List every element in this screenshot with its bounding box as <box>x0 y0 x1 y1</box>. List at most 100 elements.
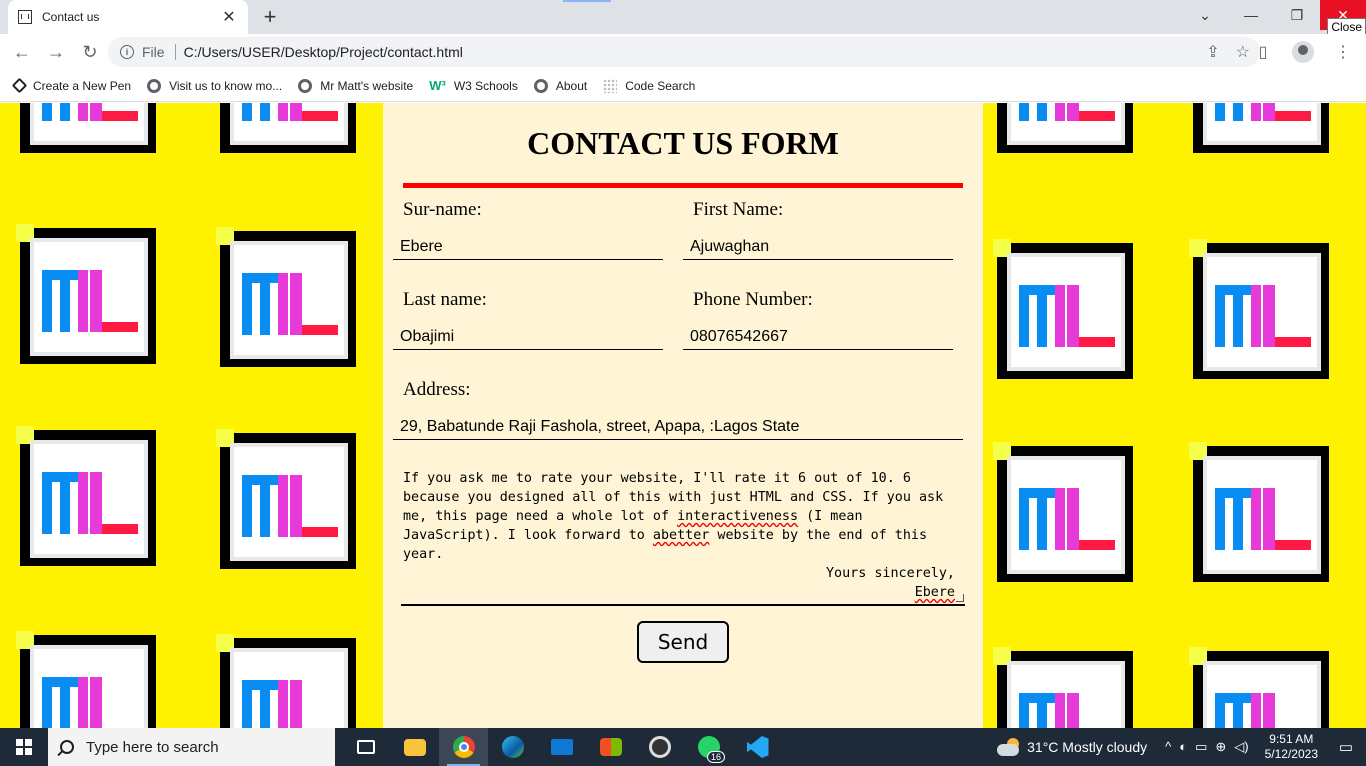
store-icon <box>599 738 622 756</box>
clock[interactable]: 9:51 AM 5/12/2023 <box>1265 732 1318 762</box>
battery-icon[interactable]: ▭ <box>1195 739 1207 755</box>
bookmark-w3schools[interactable]: W³ W3 Schools <box>429 78 518 93</box>
folder-icon <box>403 738 426 756</box>
ml-logo-tile <box>216 429 356 569</box>
notifications-icon[interactable]: ▭ <box>1326 728 1366 766</box>
taskbar-whatsapp[interactable]: 16 <box>684 728 733 766</box>
codepen-icon <box>11 77 28 94</box>
bookmarks-bar: Create a New Pen Visit us to know mo... … <box>0 70 1366 102</box>
windows-logo-icon <box>16 739 32 755</box>
tray-chevron-icon[interactable]: ^ <box>1165 739 1171 755</box>
side-panel-icon[interactable]: ▯ <box>1248 37 1278 67</box>
search-icon <box>60 740 74 754</box>
vscode-icon <box>746 736 769 758</box>
tab-close-button[interactable]: ✕ <box>220 7 238 27</box>
surname-input[interactable]: Ebere <box>393 234 663 260</box>
taskbar-media[interactable] <box>635 728 684 766</box>
phone-input[interactable]: 08076542667 <box>683 324 953 350</box>
address-bar[interactable]: i File C:/Users/USER/Desktop/Project/con… <box>108 37 1260 67</box>
bookmark-create-pen[interactable]: Create a New Pen <box>11 77 132 94</box>
ml-logo-tile <box>216 227 356 367</box>
site-info-icon[interactable]: i <box>120 45 134 59</box>
ml-logo-tile <box>993 647 1133 728</box>
address-input[interactable]: 29, Babatunde Raji Fashola, street, Apap… <box>393 414 963 440</box>
chrome-icon <box>452 736 475 758</box>
resize-handle-icon[interactable] <box>956 594 964 602</box>
taskbar-file-explorer[interactable] <box>390 728 439 766</box>
bookmark-label: About <box>555 78 588 93</box>
edge-icon <box>501 736 524 758</box>
clock-date: 5/12/2023 <box>1264 747 1318 761</box>
start-button[interactable] <box>0 728 48 766</box>
ml-logo-tile <box>16 224 156 364</box>
taskbar-mail[interactable] <box>537 728 586 766</box>
restore-button[interactable]: ❐ <box>1274 0 1320 30</box>
dotted-icon <box>603 78 618 93</box>
bookmark-mr-matt[interactable]: Mr Matt's website <box>298 78 414 93</box>
back-button[interactable]: ← <box>6 36 38 68</box>
bookmark-label: Create a New Pen <box>33 78 132 93</box>
taskbar-chrome[interactable] <box>439 728 488 766</box>
message-signature: Ebere <box>403 583 963 602</box>
address-scheme: File <box>142 44 165 60</box>
network-globe-icon[interactable]: ⊕ <box>1215 739 1226 755</box>
media-player-icon <box>648 736 671 758</box>
taskbar-edge[interactable] <box>488 728 537 766</box>
firstname-input[interactable]: Ajuwaghan <box>683 234 953 260</box>
globe-icon <box>533 78 548 93</box>
task-view-icon <box>356 740 375 754</box>
volume-icon[interactable]: ◁) <box>1234 739 1248 755</box>
send-button[interactable]: Send <box>637 621 729 663</box>
bookmark-code-search[interactable]: Code Search <box>603 78 696 93</box>
ml-logo-tile <box>1189 442 1329 582</box>
bookmark-label: Code Search <box>625 78 696 93</box>
ml-logo-tile <box>216 634 356 728</box>
weather-text[interactable]: 31°C Mostly cloudy <box>1027 739 1147 755</box>
reload-button[interactable]: ↻ <box>74 36 106 68</box>
clock-time: 9:51 AM <box>1269 732 1314 746</box>
taskbar-store[interactable] <box>586 728 635 766</box>
forward-button[interactable]: → <box>40 36 72 68</box>
taskbar: Type here to search 16 31°C Mostly cloud… <box>0 728 1366 766</box>
globe-icon <box>147 78 162 93</box>
browser-tab[interactable]: Contact us ✕ <box>8 0 248 34</box>
bookmark-label: Mr Matt's website <box>320 78 414 93</box>
weather-cloud-icon[interactable] <box>997 738 1021 756</box>
address-url[interactable]: C:/Users/USER/Desktop/Project/contact.ht… <box>184 44 463 60</box>
ml-logo-tile <box>16 426 156 566</box>
taskbar-vscode[interactable] <box>733 728 782 766</box>
globe-icon <box>298 78 313 93</box>
page-viewport: CONTACT US FORM Sur-name: Ebere First Na… <box>0 103 1366 728</box>
minimize-button[interactable]: — <box>1228 0 1274 30</box>
bookmark-label: W3 Schools <box>453 78 518 93</box>
browser-menu-icon[interactable]: ⋮ <box>1328 37 1358 67</box>
avatar <box>1292 41 1314 63</box>
tab-strip-indicator <box>563 0 611 2</box>
bookmark-visit-us[interactable]: Visit us to know mo... <box>147 78 282 93</box>
lastname-input[interactable]: Obajimi <box>393 324 663 350</box>
new-tab-button[interactable]: + <box>258 4 282 30</box>
meet-now-icon[interactable]: ◐ <box>1179 739 1187 755</box>
ml-logo-tile <box>993 239 1133 379</box>
w3schools-icon: W³ <box>429 78 446 93</box>
lastname-label: Last name: <box>403 289 487 310</box>
message-textarea[interactable]: If you ask me to rate your website, I'll… <box>401 463 965 606</box>
tab-search-button[interactable]: ⌄ <box>1182 0 1228 30</box>
taskbar-search[interactable]: Type here to search <box>48 728 335 766</box>
signature-text: Ebere <box>914 585 955 600</box>
background-pattern-left <box>0 103 383 728</box>
ml-logo-tile <box>1193 103 1329 153</box>
search-placeholder: Type here to search <box>86 738 219 756</box>
bookmark-about[interactable]: About <box>533 78 588 93</box>
page-favicon-icon <box>18 10 32 24</box>
profile-button[interactable] <box>1288 37 1318 67</box>
tab-strip: Contact us ✕ + ⌄ — ❐ ✕ Close <box>0 0 1366 36</box>
ml-logo-tile <box>997 103 1133 153</box>
share-icon[interactable]: ⇪ <box>1206 42 1219 62</box>
firstname-label: First Name: <box>693 199 784 220</box>
ml-logo-tile <box>220 103 356 153</box>
surname-label: Sur-name: <box>403 199 482 220</box>
mail-icon <box>550 739 573 755</box>
task-view-button[interactable] <box>341 728 390 766</box>
ml-logo-tile <box>16 631 156 728</box>
